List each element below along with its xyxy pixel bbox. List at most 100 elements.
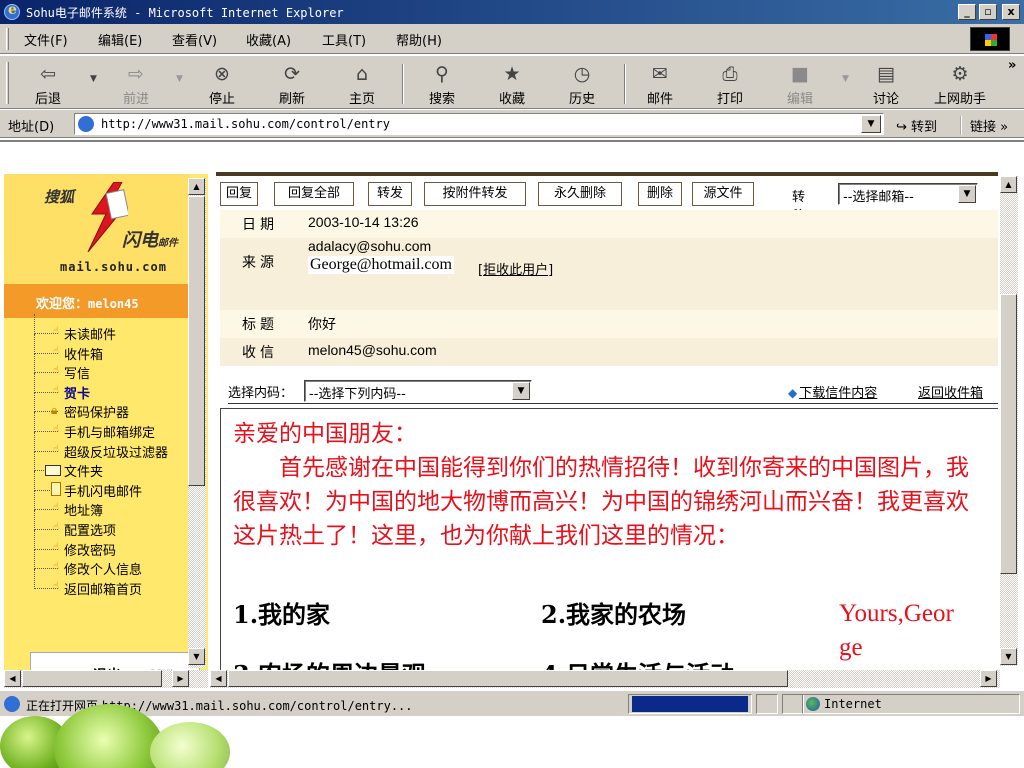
hand-pointer-icon: ☝	[53, 541, 60, 553]
forward-as-attachment-button[interactable]: 按附件转发	[424, 182, 526, 206]
close-button[interactable]: x	[1002, 4, 1020, 20]
download-mail-link[interactable]: ◆ 下载信件内容	[788, 382, 877, 401]
nav-item-phone-binding[interactable]: ☝ 手机与邮箱绑定	[16, 412, 168, 442]
scroll-down-icon[interactable]: ▼	[1000, 648, 1017, 665]
frame-top-border	[216, 172, 998, 176]
print-button[interactable]: ⎙ 打印	[700, 58, 760, 108]
nav-item-address-book[interactable]: ☝ 地址簿	[16, 490, 168, 520]
hand-pointer-icon: ☝	[53, 502, 60, 514]
nav-label: 贺卡	[64, 386, 91, 402]
nav-item-cards[interactable]: ☝ 贺卡	[16, 372, 168, 403]
home-button[interactable]: ⌂ 主页	[332, 58, 392, 108]
toolbar-more-button[interactable]: »	[1008, 58, 1016, 73]
date-value: 2003-10-14 13:26	[308, 214, 419, 230]
move-to-select[interactable]: --选择邮箱-- ▼	[838, 183, 978, 205]
from-value: adalacy@sohu.com	[308, 238, 432, 254]
back-link-text: 返回收件箱	[918, 386, 984, 401]
scroll-down-icon[interactable]: ▼	[188, 648, 205, 665]
back-button[interactable]: ⇦ 后退	[18, 58, 78, 108]
menu-grip	[6, 28, 9, 50]
edit-button[interactable]: ■ 编辑	[770, 58, 830, 108]
back-label: 后退	[34, 92, 61, 107]
refresh-button[interactable]: ⟳ 刷新	[262, 58, 322, 108]
menu-help[interactable]: 帮助(H)	[396, 30, 442, 49]
address-input[interactable]: http://www31.mail.sohu.com/control/entry	[74, 113, 884, 135]
go-button[interactable]: ↪ 转到	[896, 116, 937, 135]
left-frame-hscrollbar[interactable]: ◀ ▶	[4, 670, 208, 688]
address-url: http://www31.mail.sohu.com/control/entry	[101, 117, 390, 131]
charset-select[interactable]: --选择下列内码-- ▼	[304, 380, 532, 402]
hand-pointer-icon: ☝	[53, 443, 60, 455]
nav-item-inbox[interactable]: ☝ 收件箱	[16, 333, 168, 364]
download-link-text: 下载信件内容	[799, 386, 878, 401]
delete-button[interactable]: 删除	[638, 182, 682, 206]
nav-item-profile[interactable]: ☝ 修改个人信息	[16, 549, 168, 579]
nav-item-folders[interactable]: 文件夹	[16, 451, 168, 481]
assistant-button[interactable]: ⚙ 上网助手	[920, 58, 1000, 108]
subject-label: 标题	[242, 317, 278, 333]
left-frame-scrollbar[interactable]: ▲ ▼	[188, 178, 206, 668]
scroll-right-icon[interactable]: ▶	[980, 670, 997, 687]
welcome-banner: 欢迎您：melon45	[4, 284, 190, 318]
nav-item-mobile-mail[interactable]: 手机闪电邮件	[16, 470, 168, 501]
discuss-button[interactable]: ▤ 讨论	[856, 58, 916, 108]
left-hscroll-thumb[interactable]	[22, 670, 162, 687]
message-frame-hscrollbar[interactable]: ◀ ▶	[210, 670, 1000, 688]
history-button[interactable]: ◷ 历史	[552, 58, 612, 108]
nav-item-password-guard[interactable]: 🔒︎ 密码保护器	[16, 392, 168, 422]
reply-button[interactable]: 回复	[220, 182, 258, 206]
left-nav-frame: 搜狐 闪电邮件 mail.sohu.com 欢迎您：melon45 ☝ 未读邮件 …	[4, 174, 208, 688]
scroll-left-icon[interactable]: ◀	[210, 670, 227, 687]
left-scroll-thumb[interactable]	[188, 196, 205, 486]
source-file-button[interactable]: 源文件	[692, 182, 754, 206]
back-dropdown-icon[interactable]: ▼	[90, 74, 97, 84]
hand-pointer-icon: ☝	[53, 345, 60, 357]
reply-all-button[interactable]: 回复全部	[274, 182, 354, 206]
scroll-up-icon[interactable]: ▲	[188, 178, 205, 195]
message-body: 亲爱的中国朋友： 首先感谢在中国能得到你们的热情招待！收到你寄来的中国图片，我很…	[220, 408, 998, 689]
nav-item-mail-home[interactable]: ☝ 返回邮箱首页	[16, 568, 168, 599]
back-to-inbox-link[interactable]: 返回收件箱	[918, 382, 983, 401]
reject-sender-link[interactable]: [拒收此用户]	[478, 259, 553, 278]
menu-file[interactable]: 文件(F)	[24, 30, 68, 49]
mail-button[interactable]: ✉ 邮件	[630, 58, 690, 108]
permanent-delete-button[interactable]: 永久删除	[538, 182, 622, 206]
message-frame-scrollbar[interactable]: ▲ ▼	[1000, 176, 1018, 666]
menu-favorites[interactable]: 收藏(A)	[246, 30, 291, 49]
forward-mail-button[interactable]: 转发	[368, 182, 412, 206]
apple-decoration	[150, 722, 230, 768]
stop-button[interactable]: ⊗ 停止	[192, 58, 252, 108]
search-icon: ⚲	[435, 63, 449, 85]
history-label: 历史	[568, 92, 595, 107]
message-scroll-thumb[interactable]	[1000, 294, 1017, 574]
minimize-button[interactable]: _	[958, 4, 976, 20]
message-hscroll-thumb[interactable]	[228, 670, 788, 687]
search-button[interactable]: ⚲ 搜索	[412, 58, 472, 108]
toolbar-separator	[402, 64, 404, 104]
nav-label: 超级反垃圾过滤器	[64, 445, 169, 461]
move-to-value: --选择邮箱--	[843, 190, 914, 205]
nav-label: 手机与邮箱绑定	[64, 425, 156, 441]
scroll-left-icon[interactable]: ◀	[4, 670, 21, 687]
forward-button[interactable]: ⇨ 前进	[106, 58, 166, 108]
menu-view[interactable]: 查看(V)	[172, 30, 217, 49]
favorites-button[interactable]: ★ 收藏	[482, 58, 542, 108]
scroll-right-icon[interactable]: ▶	[172, 670, 189, 687]
edit-dropdown-icon[interactable]: ▼	[842, 74, 849, 84]
maximize-button[interactable]: ▫	[979, 4, 997, 20]
header-from-row: 来源 adalacy@sohu.com George@hotmail.com […	[220, 238, 998, 310]
menu-edit[interactable]: 编辑(E)	[98, 30, 142, 49]
forward-dropdown-icon[interactable]: ▼	[176, 74, 183, 84]
nav-item-settings[interactable]: ☝ 配置选项	[16, 510, 168, 540]
nav-item-change-password[interactable]: ☝ 修改密码	[16, 529, 168, 560]
scroll-up-icon[interactable]: ▲	[1000, 176, 1017, 193]
menu-tools[interactable]: 工具(T)	[322, 30, 366, 49]
nav-item-compose[interactable]: ☝ 写信	[16, 353, 168, 383]
message-item-1: 1.我的家	[233, 600, 331, 629]
message-text: 亲爱的中国朋友： 首先感谢在中国能得到你们的热情招待！收到你寄来的中国图片，我很…	[233, 417, 973, 553]
links-button[interactable]: 链接 »	[960, 116, 1008, 135]
nav-item-unread[interactable]: ☝ 未读邮件	[16, 314, 168, 344]
history-icon: ◷	[573, 63, 591, 85]
address-dropdown-icon[interactable]: ▼	[861, 115, 881, 133]
nav-item-spam-filter[interactable]: ☝ 超级反垃圾过滤器	[16, 431, 169, 462]
